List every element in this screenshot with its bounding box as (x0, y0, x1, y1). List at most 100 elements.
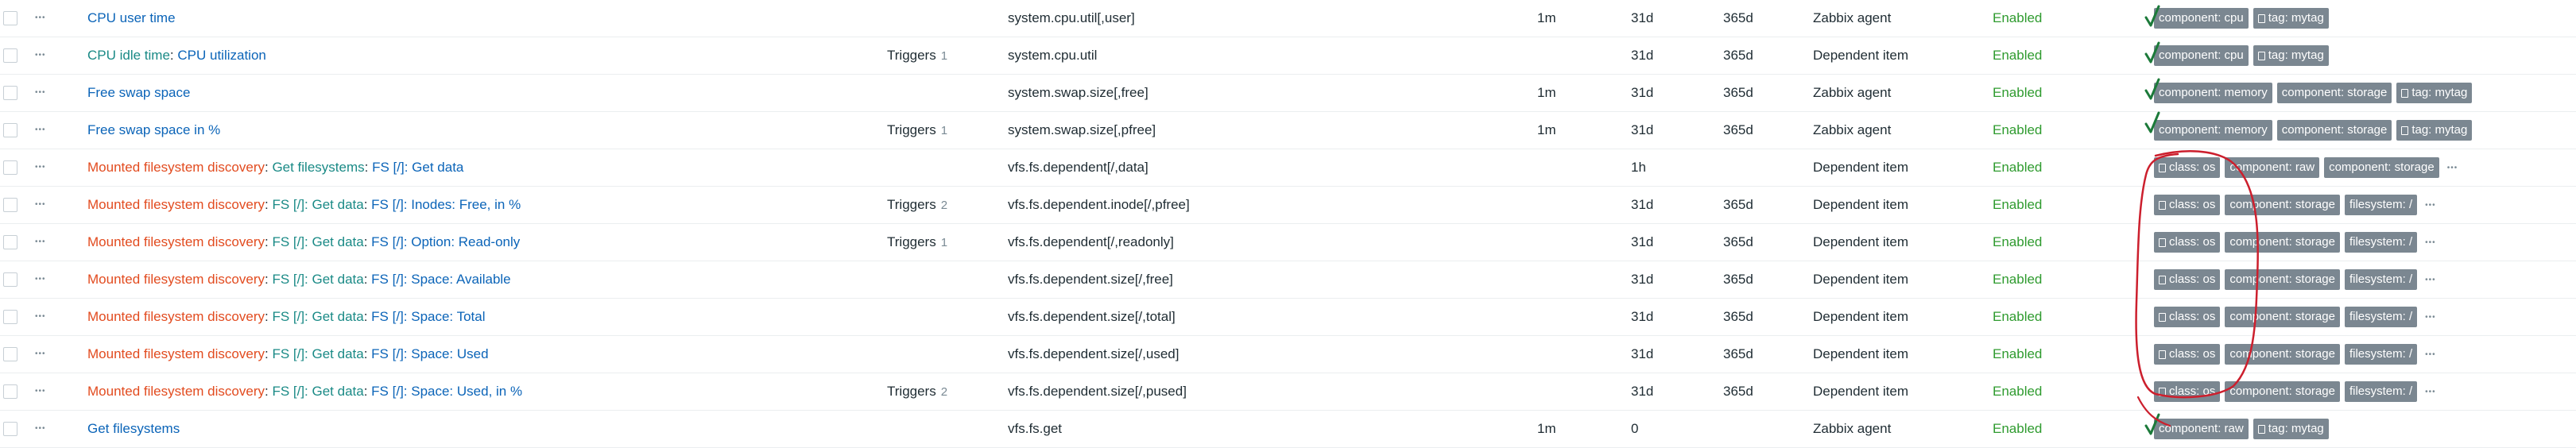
item-name-link[interactable]: FS [/]: Get data (272, 234, 363, 249)
status-enabled[interactable]: Enabled (1993, 411, 2042, 447)
item-name-link[interactable]: Free swap space in % (87, 122, 220, 137)
tag-badge[interactable]: tag: mytag (2253, 45, 2329, 66)
triggers-label[interactable]: Triggers (887, 384, 936, 399)
item-name-link[interactable]: Mounted filesystem discovery (87, 197, 265, 212)
item-name-link[interactable]: Mounted filesystem discovery (87, 309, 265, 324)
tag-badge[interactable]: component: storage (2276, 83, 2392, 103)
more-dots-icon[interactable]: ••• (2425, 350, 2436, 359)
more-dots-icon[interactable]: ••• (35, 187, 46, 223)
item-name-link[interactable]: FS [/]: Option: Read-only (371, 234, 520, 249)
more-dots-icon[interactable]: ••• (2425, 201, 2436, 210)
row-checkbox[interactable] (3, 198, 17, 212)
item-name-link[interactable]: FS [/]: Get data (272, 346, 363, 361)
row-checkbox[interactable] (3, 310, 17, 324)
tag-badge[interactable]: tag: mytag (2396, 83, 2473, 103)
status-enabled[interactable]: Enabled (1993, 299, 2042, 335)
tag-badge[interactable]: class: os (2154, 157, 2221, 178)
tag-badge[interactable]: component: cpu (2154, 45, 2249, 66)
item-name-link[interactable]: Get filesystems (87, 421, 180, 436)
more-dots-icon[interactable]: ••• (2425, 313, 2436, 322)
tag-badge[interactable]: class: os (2154, 232, 2221, 253)
status-enabled[interactable]: Enabled (1993, 373, 2042, 410)
more-dots-icon[interactable]: ••• (35, 0, 46, 37)
tag-badge[interactable]: filesystem: / (2344, 381, 2418, 402)
more-dots-icon[interactable]: ••• (35, 112, 46, 149)
item-name-link[interactable]: Free swap space (87, 85, 190, 100)
tag-badge[interactable]: component: raw (2154, 419, 2249, 439)
item-name-link[interactable]: FS [/]: Get data (272, 197, 363, 212)
triggers-link[interactable]: Triggers 1 (887, 37, 947, 75)
tag-badge[interactable]: component: storage (2225, 307, 2340, 327)
item-name-link[interactable]: CPU idle time (87, 48, 170, 63)
row-checkbox[interactable] (3, 422, 17, 436)
more-dots-icon[interactable]: ••• (2425, 238, 2436, 247)
more-dots-icon[interactable]: ••• (35, 336, 46, 373)
item-name-link[interactable]: Mounted filesystem discovery (87, 384, 265, 399)
tag-badge[interactable]: component: storage (2225, 269, 2340, 290)
status-enabled[interactable]: Enabled (1993, 112, 2042, 149)
tag-badge[interactable]: component: memory (2154, 83, 2272, 103)
more-dots-icon[interactable]: ••• (2425, 276, 2436, 284)
tag-badge[interactable]: component: storage (2225, 344, 2340, 365)
item-name-link[interactable]: FS [/]: Inodes: Free, in % (371, 197, 521, 212)
row-checkbox[interactable] (3, 48, 17, 63)
tag-badge[interactable]: component: cpu (2154, 8, 2249, 29)
tag-badge[interactable]: tag: mytag (2396, 120, 2473, 141)
more-dots-icon[interactable]: ••• (35, 261, 46, 298)
more-dots-icon[interactable]: ••• (35, 373, 46, 410)
item-name-link[interactable]: Mounted filesystem discovery (87, 272, 265, 287)
more-dots-icon[interactable]: ••• (2447, 164, 2458, 172)
status-enabled[interactable]: Enabled (1993, 0, 2042, 37)
status-enabled[interactable]: Enabled (1993, 224, 2042, 261)
tag-badge[interactable]: component: raw (2225, 157, 2320, 178)
item-name-link[interactable]: FS [/]: Get data (372, 160, 463, 175)
item-name-link[interactable]: FS [/]: Get data (272, 384, 363, 399)
row-checkbox[interactable] (3, 86, 17, 100)
tag-badge[interactable]: filesystem: / (2344, 195, 2418, 215)
triggers-label[interactable]: Triggers (887, 234, 936, 249)
tag-badge[interactable]: filesystem: / (2344, 307, 2418, 327)
row-checkbox[interactable] (3, 11, 17, 25)
item-name-link[interactable]: CPU utilization (177, 48, 266, 63)
tag-badge[interactable]: tag: mytag (2253, 419, 2329, 439)
status-enabled[interactable]: Enabled (1993, 149, 2042, 186)
item-name-link[interactable]: FS [/]: Space: Used, in % (371, 384, 522, 399)
row-checkbox[interactable] (3, 235, 17, 249)
row-checkbox[interactable] (3, 160, 17, 175)
tag-badge[interactable]: class: os (2154, 269, 2221, 290)
item-name-link[interactable]: Mounted filesystem discovery (87, 160, 265, 175)
row-checkbox[interactable] (3, 123, 17, 137)
tag-badge[interactable]: component: storage (2225, 195, 2340, 215)
status-enabled[interactable]: Enabled (1993, 336, 2042, 373)
triggers-link[interactable]: Triggers 2 (887, 373, 947, 411)
row-checkbox[interactable] (3, 384, 17, 399)
item-name-link[interactable]: Get filesystems (272, 160, 364, 175)
more-dots-icon[interactable]: ••• (35, 411, 46, 447)
triggers-link[interactable]: Triggers 1 (887, 112, 947, 149)
tag-badge[interactable]: component: storage (2276, 120, 2392, 141)
item-name-link[interactable]: FS [/]: Space: Available (371, 272, 510, 287)
tag-badge[interactable]: filesystem: / (2344, 232, 2418, 253)
more-dots-icon[interactable]: ••• (35, 299, 46, 335)
tag-badge[interactable]: filesystem: / (2344, 344, 2418, 365)
status-enabled[interactable]: Enabled (1993, 261, 2042, 298)
item-name-link[interactable]: Mounted filesystem discovery (87, 234, 265, 249)
triggers-label[interactable]: Triggers (887, 48, 936, 63)
tag-badge[interactable]: class: os (2154, 381, 2221, 402)
more-dots-icon[interactable]: ••• (35, 224, 46, 261)
tag-badge[interactable]: component: storage (2324, 157, 2439, 178)
status-enabled[interactable]: Enabled (1993, 37, 2042, 74)
triggers-link[interactable]: Triggers 1 (887, 224, 947, 261)
tag-badge[interactable]: class: os (2154, 344, 2221, 365)
item-name-link[interactable]: Mounted filesystem discovery (87, 346, 265, 361)
tag-badge[interactable]: component: memory (2154, 120, 2272, 141)
tag-badge[interactable]: class: os (2154, 195, 2221, 215)
item-name-link[interactable]: FS [/]: Space: Total (371, 309, 485, 324)
more-dots-icon[interactable]: ••• (35, 75, 46, 111)
status-enabled[interactable]: Enabled (1993, 187, 2042, 223)
tag-badge[interactable]: filesystem: / (2344, 269, 2418, 290)
triggers-label[interactable]: Triggers (887, 197, 936, 212)
more-dots-icon[interactable]: ••• (35, 149, 46, 186)
row-checkbox[interactable] (3, 347, 17, 361)
tag-badge[interactable]: component: storage (2225, 232, 2340, 253)
